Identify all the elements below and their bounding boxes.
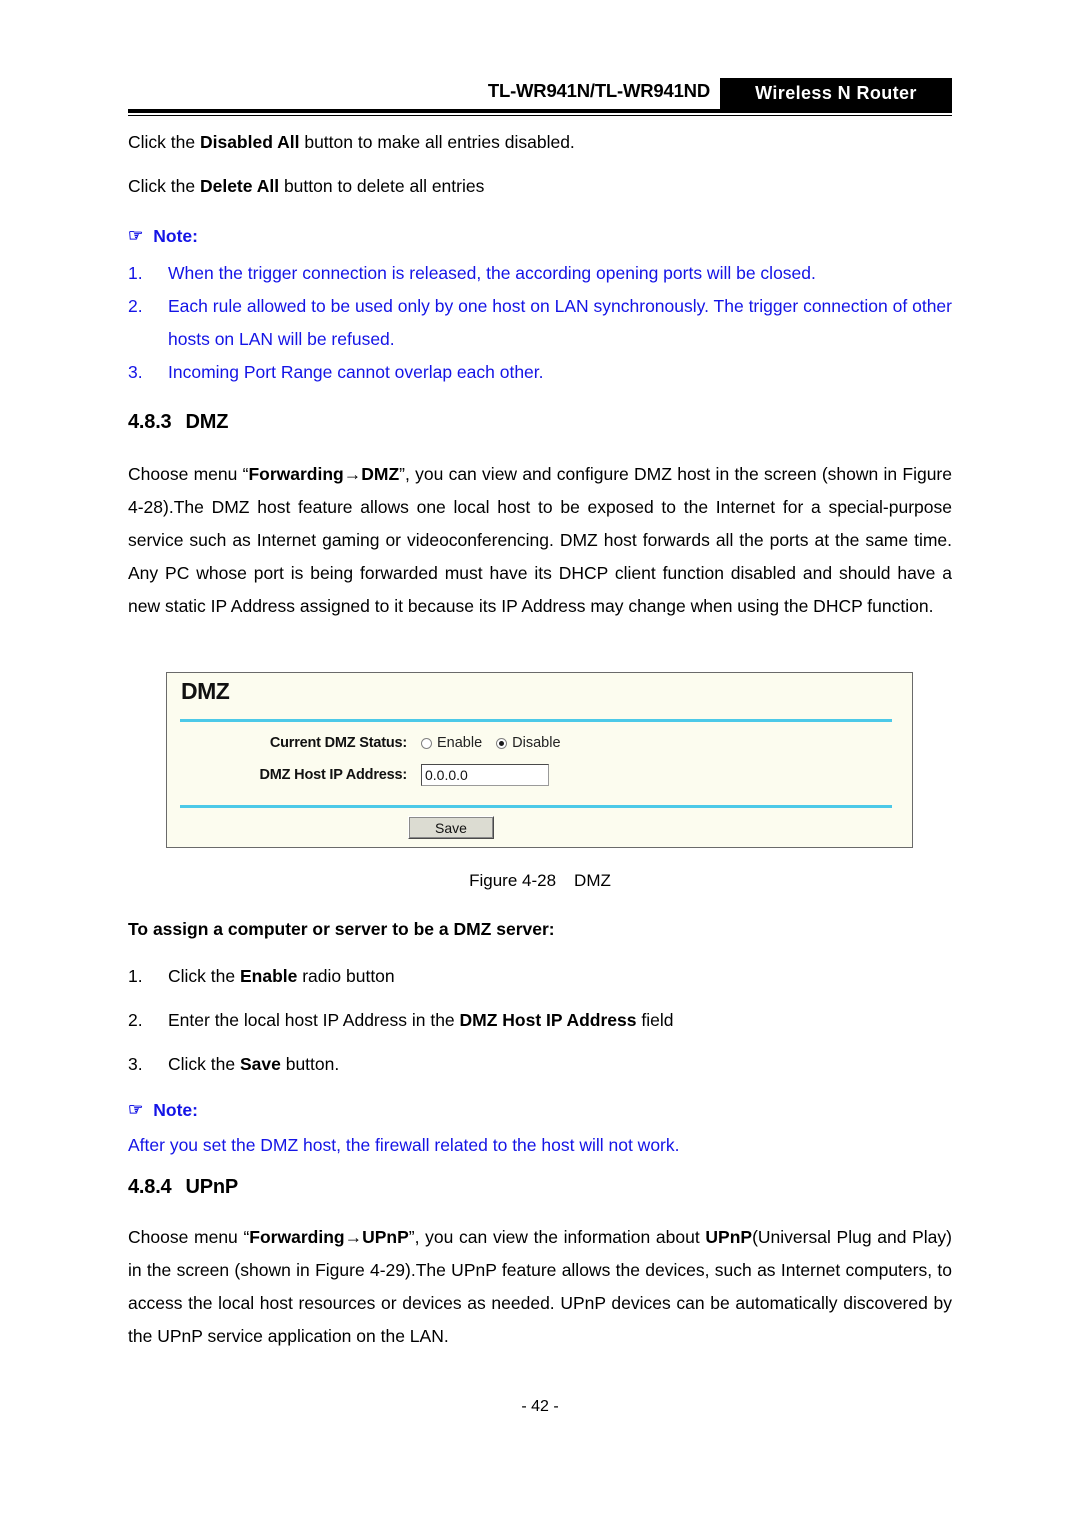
upnp-term-bold: UPnP: [705, 1227, 753, 1247]
intro-line1-bold: Disabled All: [199, 132, 300, 152]
section-title: DMZ: [185, 411, 229, 433]
assign-heading: To assign a computer or server to be a D…: [128, 919, 555, 939]
note-item-number: 3.: [128, 362, 143, 382]
list-item: 2. Enter the local host IP Address in the…: [128, 1004, 952, 1037]
page-header: TL-WR941N/TL-WR941ND Wireless N Router: [128, 78, 952, 110]
note-list-1: 1. When the trigger connection is release…: [128, 257, 952, 389]
upnp-para-mid: ”, you can view the information about: [408, 1227, 706, 1247]
step-pre: Enter the local host IP Address in the: [168, 1010, 460, 1030]
intro-line1-post: button to make all entries disabled.: [299, 132, 575, 152]
list-item: 3. Click the Save button.: [128, 1048, 952, 1081]
screenshot-divider-top: [180, 719, 892, 722]
dmz-host-ip-row: DMZ Host IP Address: 0.0.0.0: [180, 764, 549, 786]
dmz-para-post: ”, you can view and configure DMZ host i…: [128, 464, 952, 616]
step-number: 3.: [128, 1054, 143, 1074]
pointing-hand-icon: ☞: [128, 1099, 144, 1119]
note-header-2: ☞ Note:: [128, 1095, 952, 1125]
dmz-status-row: Current DMZ Status: Enable Disable: [180, 735, 561, 751]
screenshot-divider-bottom: [180, 805, 892, 808]
note-item-number: 2.: [128, 296, 143, 316]
intro-line-delete-all: Click the Delete All button to delete al…: [128, 170, 952, 203]
upnp-para-pre: Choose menu “: [128, 1227, 250, 1247]
list-item: 1. When the trigger connection is release…: [128, 257, 952, 290]
dmz-status-label: Current DMZ Status:: [269, 735, 407, 751]
step-post: field: [636, 1010, 674, 1030]
note-header-1: ☞ Note:: [128, 221, 952, 251]
step-number: 1.: [128, 966, 143, 986]
page-footer: - 42 -: [521, 1398, 559, 1415]
step-post: button.: [280, 1054, 340, 1074]
figure-label: Figure 4-28: [469, 871, 557, 890]
header-product-badge: Wireless N Router: [720, 78, 952, 109]
radio-option-disable[interactable]: Disable: [496, 735, 561, 751]
section-heading-dmz: 4.8.3 DMZ: [128, 411, 952, 434]
assign-steps-list: 1. Click the Enable radio button 2. Enter …: [128, 960, 952, 1081]
list-item: 1. Click the Enable radio button: [128, 960, 952, 993]
note-label-2: Note:: [153, 1100, 198, 1120]
radio-enable-label: Enable: [437, 735, 483, 751]
save-button[interactable]: Save: [408, 816, 494, 839]
dmz-settings-screenshot: DMZ Current DMZ Status: Enable Disable D…: [166, 672, 913, 848]
note-text-2: After you set the DMZ host, the firewall…: [128, 1135, 680, 1155]
note-item-text: Incoming Port Range cannot overlap each …: [168, 362, 544, 382]
note-item-text: When the trigger connection is released,…: [168, 263, 816, 283]
radio-disable-label: Disable: [512, 735, 561, 751]
intro-line1-pre: Click the: [128, 132, 200, 152]
section-heading-upnp: 4.8.4 UPnP: [128, 1176, 952, 1199]
list-item: 3. Incoming Port Range cannot overlap eac…: [128, 356, 952, 389]
document-page: TL-WR941N/TL-WR941ND Wireless N Router C…: [0, 0, 1080, 1527]
pointing-hand-icon: ☞: [128, 225, 144, 245]
screenshot-title: DMZ: [181, 678, 230, 704]
note-item-text: Each rule allowed to be used only by one…: [168, 296, 952, 349]
section-title: UPnP: [185, 1176, 239, 1198]
intro-line2-post: button to delete all entries: [279, 176, 485, 196]
step-number: 2.: [128, 1010, 143, 1030]
header-rule-thick: [128, 109, 952, 113]
dmz-menu-dmz: DMZ: [361, 464, 400, 484]
step-bold: Enable: [239, 966, 298, 986]
step-bold: Save: [239, 1054, 281, 1074]
intro-line-disabled-all: Click the Disabled All button to make al…: [128, 126, 952, 159]
arrow-icon: →: [344, 1227, 363, 1247]
step-pre: Click the: [168, 1054, 240, 1074]
dmz-description-paragraph: Choose menu “Forwarding→DMZ”, you can vi…: [128, 458, 952, 623]
step-pre: Click the: [168, 966, 240, 986]
note-item-number: 1.: [128, 263, 143, 283]
radio-option-enable[interactable]: Enable: [421, 735, 482, 751]
intro-line2-bold: Delete All: [199, 176, 280, 196]
figure-name: DMZ: [574, 871, 611, 890]
dmz-para-pre: Choose menu “: [128, 464, 249, 484]
step-bold: DMZ Host IP Address: [459, 1010, 637, 1030]
intro-line2-pre: Click the: [128, 176, 200, 196]
radio-enable-icon[interactable]: [421, 737, 432, 749]
upnp-menu-upnp: UPnP: [362, 1227, 409, 1247]
step-post: radio button: [297, 966, 395, 986]
section-number: 4.8.4: [128, 1176, 172, 1198]
radio-disable-icon[interactable]: [496, 737, 508, 749]
upnp-description-paragraph: Choose menu “Forwarding→UPnP”, you can v…: [128, 1221, 952, 1353]
header-model-name: TL-WR941N/TL-WR941ND: [487, 80, 710, 101]
upnp-menu-forwarding: Forwarding: [249, 1227, 345, 1247]
dmz-host-ip-label: DMZ Host IP Address:: [259, 767, 408, 783]
page-content-lower: To assign a computer or server to be a D…: [128, 913, 952, 1353]
arrow-icon: →: [343, 464, 362, 484]
figure-caption: Figure 4-28 DMZ: [0, 871, 1080, 891]
page-content: Click the Disabled All button to make al…: [128, 126, 952, 623]
list-item: 2. Each rule allowed to be used only by o…: [128, 290, 952, 356]
dmz-menu-forwarding: Forwarding: [248, 464, 344, 484]
dmz-status-radio-group[interactable]: Enable Disable: [421, 735, 561, 751]
note-label-1: Note:: [153, 226, 198, 246]
section-number: 4.8.3: [128, 411, 172, 433]
dmz-host-ip-input[interactable]: 0.0.0.0: [421, 764, 549, 786]
header-rule-thin: [128, 115, 952, 116]
